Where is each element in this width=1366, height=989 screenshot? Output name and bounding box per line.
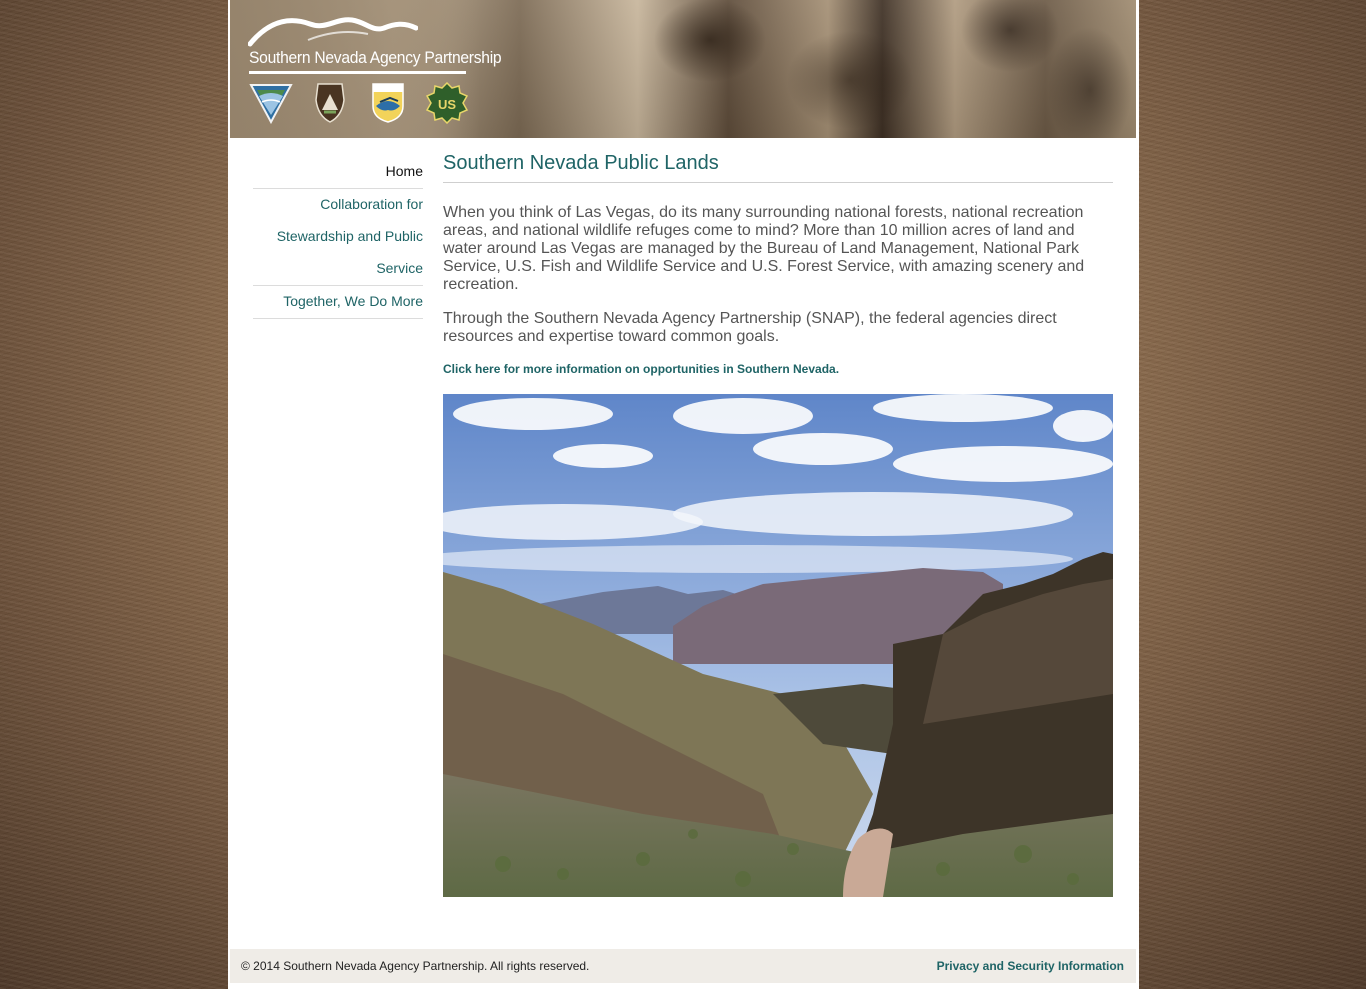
- logo-text: Southern Nevada Agency Partnership: [249, 48, 502, 67]
- mountain-logo-icon: [248, 17, 418, 47]
- usfs-badge-letters: US: [438, 97, 456, 112]
- main-content: Southern Nevada Public Lands When you th…: [443, 152, 1113, 897]
- privacy-link[interactable]: Privacy and Security Information: [937, 959, 1124, 973]
- intro-paragraph: When you think of Las Vegas, do its many…: [443, 204, 1085, 293]
- logo-underline: [249, 71, 466, 74]
- landscape-photo: [443, 394, 1113, 897]
- page-container: Southern Nevada Agency Partnership US Ho…: [228, 0, 1139, 989]
- snap-paragraph: Through the Southern Nevada Agency Partn…: [443, 310, 1057, 345]
- nav-item-collaboration-line1[interactable]: Collaboration for: [253, 189, 423, 221]
- nav-item-together[interactable]: Together, We Do More: [253, 286, 423, 319]
- fws-badge-icon: [372, 83, 404, 123]
- nav-item-collaboration-line2[interactable]: Stewardship and Public: [253, 221, 423, 253]
- page-title: Southern Nevada Public Lands: [443, 152, 1113, 183]
- usfs-badge-icon: US: [426, 82, 468, 124]
- site-footer: © 2014 Southern Nevada Agency Partnershi…: [230, 949, 1136, 983]
- nps-badge-icon: [315, 83, 345, 123]
- nav-item-collaboration-line3[interactable]: Service: [253, 253, 423, 286]
- site-logo[interactable]: Southern Nevada Agency Partnership US: [230, 0, 502, 138]
- blm-badge-icon: [249, 84, 293, 124]
- nav-item-home[interactable]: Home: [253, 156, 423, 189]
- sidebar-nav: Home Collaboration for Stewardship and P…: [253, 156, 423, 319]
- site-header: Southern Nevada Agency Partnership US: [230, 0, 1136, 138]
- copyright-text: © 2014 Southern Nevada Agency Partnershi…: [241, 959, 590, 973]
- more-info-link[interactable]: Click here for more information on oppor…: [443, 362, 1113, 376]
